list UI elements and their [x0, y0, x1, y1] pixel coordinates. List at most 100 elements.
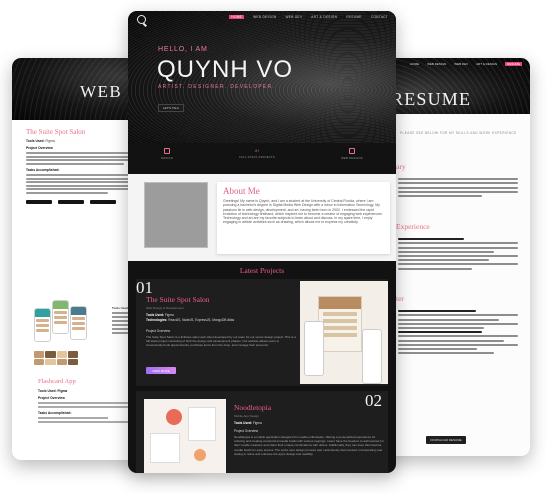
phone-mockup [34, 308, 51, 342]
text-line [398, 194, 482, 197]
experience-heading: Experience [396, 222, 430, 231]
text-line [398, 318, 499, 321]
volunteer-heading: ter [396, 294, 404, 303]
overview-label: Project Overview [234, 429, 259, 433]
overview-label: Project Overview [146, 329, 171, 333]
nav-item-contact[interactable]: CONTACT [371, 15, 388, 19]
nav-item-web-dev[interactable]: WEB DEV [454, 62, 468, 66]
project-card-suite-spot: 01 The Suite Spot Salon Web Design & Dev… [136, 278, 388, 386]
stat-full-stack: 4+ FULL STACK PROJECTS [239, 148, 275, 172]
main-nav: HOME WEB DESIGN WEB DEV ART & DESIGN RES… [229, 15, 388, 19]
text-line [38, 406, 128, 408]
food-image-grid [34, 351, 78, 365]
text-line [38, 417, 108, 419]
job-title-line [398, 238, 464, 241]
hero-role: ARTIST. DESIGNER. DEVELOPER. [158, 84, 276, 90]
text-line [398, 254, 518, 257]
design-icon [164, 148, 171, 154]
nav-item-art-design[interactable]: ART & DESIGN [476, 62, 497, 66]
bowl-graphic [166, 409, 182, 425]
resume-hero-title: RESUME [391, 89, 472, 109]
salon-phone-mockups [34, 300, 90, 358]
nav-item-resume[interactable]: RESUME [346, 15, 361, 19]
text-line [398, 267, 473, 270]
hero-greeting: HELLO, I AM [158, 46, 208, 53]
text-line [398, 190, 518, 193]
tech-label: Technologies: [146, 318, 168, 322]
nav-item-home[interactable]: HOME [410, 62, 419, 66]
salon-web-mockup [318, 296, 362, 352]
avatar-placeholder [144, 182, 208, 248]
text-line [398, 178, 518, 181]
text-line [398, 326, 485, 329]
job-title-line [398, 331, 482, 334]
home-page-card: HOME WEB DESIGN WEB DEV ART & DESIGN RES… [128, 11, 396, 473]
about-section: About Me Greetings! My name is Quynh, an… [128, 174, 396, 261]
app-screen [150, 433, 180, 463]
text-line [398, 343, 518, 346]
text-line [398, 182, 518, 185]
nav-item-resume[interactable]: RESUME [505, 62, 522, 66]
nav-item-web-design[interactable]: WEB DESIGN [253, 15, 276, 19]
qv-logo-icon[interactable] [137, 15, 146, 24]
project-card-noodletopia: 02 Noodletopia Mobile App Design Tools U… [136, 391, 388, 473]
stat-number: 4+ [254, 148, 260, 153]
job-title-line [398, 310, 476, 313]
app-screen [188, 407, 216, 441]
view-more-button[interactable]: VIEW MORE [146, 367, 176, 374]
project-subtitle: Mobile App Design [234, 414, 260, 418]
tech-line: Technologies: ReactJS, NodeJS, ExpressJS… [146, 318, 296, 323]
stat-design: DESIGN [161, 148, 173, 172]
web-design-icon [349, 148, 356, 154]
tools-label: Tools Used: [146, 313, 165, 317]
text-line [398, 263, 518, 266]
phone-mockup [70, 306, 87, 340]
home-hero: HOME WEB DESIGN WEB DEV ART & DESIGN RES… [128, 11, 396, 143]
volunteer-text [398, 308, 518, 356]
lets-talk-button[interactable]: LET'S TALK [158, 104, 184, 112]
stat-label: WEB DESIGNS [341, 157, 363, 160]
text-line [398, 352, 494, 355]
text-line [398, 322, 518, 325]
project-link-button[interactable] [58, 199, 84, 204]
text-line [398, 259, 490, 262]
text-line [26, 162, 125, 165]
nav-item-art-design[interactable]: ART & DESIGN [311, 15, 337, 19]
resume-nav: HOME WEB DESIGN WEB DEV ART & DESIGN RES… [410, 62, 522, 66]
tools-value: Figma [57, 389, 68, 393]
noodletopia-screenshot [144, 399, 226, 473]
text-line [398, 250, 494, 253]
project-link-button[interactable] [26, 199, 52, 204]
text-line [26, 191, 108, 194]
resume-tagline: PLEASE SEE BELOW FOR MY SKILLS AND WORK … [400, 131, 517, 135]
project-overview: Noodletopia is a mobile application desi… [234, 435, 384, 456]
phone-mockup [362, 329, 382, 384]
tools-label: Tools Used: [234, 421, 253, 425]
text-line [398, 186, 518, 189]
project-name: The Suite Spot Salon [146, 295, 210, 304]
nav-item-web-design[interactable]: WEB DESIGN [427, 62, 446, 66]
tools-value: Figma [252, 421, 262, 425]
text-line [398, 335, 518, 338]
tools-label: Tools Used: [26, 138, 45, 143]
text-line [398, 242, 518, 245]
stat-label: FULL STACK PROJECTS [239, 156, 275, 159]
download-resume-button[interactable]: DOWNLOAD RESUME [426, 436, 466, 444]
project-overview: The Suite Spot Salon is a fictitious sal… [146, 335, 296, 348]
summary-text [398, 176, 518, 199]
project-name: Noodletopia [234, 403, 272, 412]
topping-graphic [194, 449, 206, 461]
nav-item-web-dev[interactable]: WEB DEV [285, 15, 302, 19]
nav-item-home[interactable]: HOME [229, 15, 245, 19]
stat-web-designs: WEB DESIGNS [341, 148, 363, 172]
tools-line: Tools Used: Figma [234, 421, 262, 426]
about-title: About Me [223, 186, 260, 196]
project-link-button[interactable] [90, 199, 116, 204]
stat-label: DESIGN [161, 157, 173, 160]
portfolio-mockup-stage: ·· WEB DE The Suite Spot Salon Tools Use… [0, 0, 546, 493]
hero-name: QUYNH VO [157, 56, 294, 83]
suite-spot-screenshot [300, 281, 388, 384]
phone-mockup [52, 300, 69, 334]
tools-label: Tools Used: [38, 389, 57, 393]
tablet-mockup [304, 321, 324, 376]
